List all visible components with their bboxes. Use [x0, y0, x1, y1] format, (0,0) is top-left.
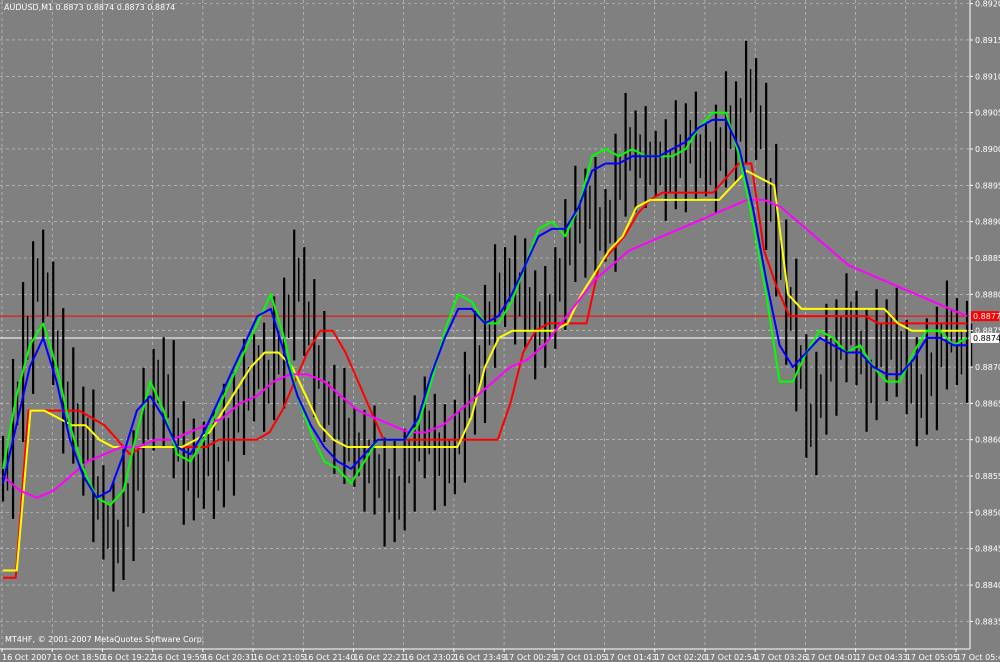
price-marker-label: 0.8877 [973, 312, 1000, 321]
y-tick-label: 0.8905 [975, 109, 1000, 118]
chart-header: AUDUSD,M1 0.8873 0.8874 0.8873 0.8874 [4, 3, 175, 12]
x-tick-label: 16 Oct 18:50 [52, 653, 104, 662]
x-tick-label: 16 Oct 19:59 [153, 653, 205, 662]
x-tick-label: 17 Oct 02:20 [655, 653, 707, 662]
x-tick-label: 17 Oct 05:05 [906, 653, 958, 662]
y-tick-label: 0.8895 [975, 181, 1000, 190]
x-tick-label: 16 Oct 21:40 [303, 653, 355, 662]
x-tick-label: 16 Oct 23:49 [454, 653, 506, 662]
y-tick-label: 0.8920 [975, 0, 1000, 9]
x-tick-label: 16 Oct 21:05 [253, 653, 305, 662]
chart-window: 0.8920 0.8915 0.8910 0.8905 0.8900 0.8895 0.88… [0, 0, 1000, 662]
x-tick-label: 16 Oct 20:31 [203, 653, 255, 662]
x-tick-label: 16 Oct 22:21 [353, 653, 405, 662]
price-marker-label: 0.8874 [973, 334, 1000, 343]
y-tick-label: 0.8840 [975, 581, 1000, 590]
y-tick-label: 0.8910 [975, 72, 1000, 81]
x-tick-label: 17 Oct 02:54 [705, 653, 757, 662]
y-tick-label: 0.8860 [975, 436, 1000, 445]
price-chart: 0.8920 0.8915 0.8910 0.8905 0.8900 0.8895 0.88… [0, 0, 1000, 662]
y-tick-label: 0.8890 [975, 218, 1000, 227]
y-tick-label: 0.8855 [975, 472, 1000, 481]
y-tick-label: 0.8845 [975, 545, 1000, 554]
symbol-label: AUDUSD,M1 [4, 3, 54, 12]
x-tick-label: 17 Oct 05:41 [956, 653, 1000, 662]
x-tick-label: 16 Oct 19:22 [102, 653, 154, 662]
x-tick-label: 17 Oct 00:29 [504, 653, 556, 662]
y-tick-label: 0.8850 [975, 508, 1000, 517]
x-tick-label: 17 Oct 01:43 [605, 653, 657, 662]
x-tick-label: 17 Oct 04:33 [856, 653, 908, 662]
y-tick-label: 0.8900 [975, 145, 1000, 154]
x-tick-label: 17 Oct 03:26 [755, 653, 807, 662]
y-tick-label: 0.8915 [975, 36, 1000, 45]
copyright-text: MT4HF, © 2001-2007 MetaQuotes Software C… [5, 635, 205, 644]
x-tick-label: 16 Oct 2007 [2, 653, 51, 662]
y-tick-label: 0.8870 [975, 363, 1000, 372]
x-tick-label: 17 Oct 01:05 [554, 653, 606, 662]
y-tick-label: 0.8885 [975, 254, 1000, 263]
y-tick-label: 0.8835 [975, 617, 1000, 626]
y-tick-label: 0.8865 [975, 399, 1000, 408]
x-tick-label: 16 Oct 23:02 [404, 653, 456, 662]
ohlc-values: 0.8873 0.8874 0.8873 0.8874 [55, 3, 176, 12]
y-tick-label: 0.8880 [975, 290, 1000, 299]
x-tick-label: 17 Oct 04:01 [805, 653, 857, 662]
